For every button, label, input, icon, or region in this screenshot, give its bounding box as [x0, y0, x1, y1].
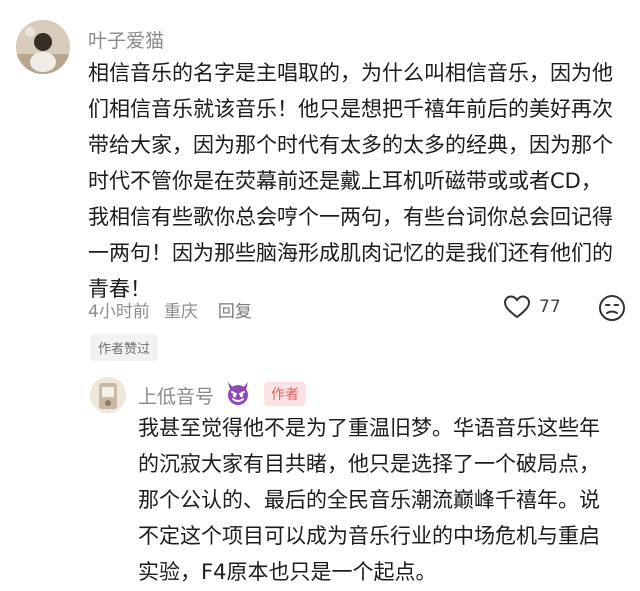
- location: 重庆: [163, 302, 198, 322]
- comment-line: 我相信有些歌你总会哼个一两句，有些台词你总会回记得: [88, 205, 613, 229]
- comment-line: 时代不管你是在荧幕前还是戴上耳机听磁带或或者CD，: [88, 169, 602, 193]
- heart-icon: [503, 295, 531, 319]
- comment-meta: 4小时前 重庆 回复: [88, 297, 266, 322]
- comment-line: 们相信音乐就该音乐！他只是想把千禧年前后的美好再次: [88, 97, 613, 121]
- username[interactable]: 叶子爱猫: [88, 26, 164, 53]
- username[interactable]: 上低音号: [138, 382, 214, 409]
- comment-line: 一两句！因为那些脑海形成肌肉记忆的是我们还有他们的: [88, 241, 613, 265]
- avatar[interactable]: [16, 20, 70, 74]
- reply-line: 那个公认的、最后的全民音乐潮流巅峰千禧年。说: [138, 488, 600, 512]
- author-liked-badge: 作者赞过: [90, 334, 159, 361]
- author-badge: 作者: [264, 382, 306, 406]
- reply-line: 我甚至觉得他不是为了重温旧梦。华语音乐这些年: [138, 416, 600, 440]
- like-button[interactable]: 77: [503, 294, 561, 320]
- purple-devil-icon: [224, 379, 252, 411]
- reply-line: 实验，F4原本也只是一个起点。: [138, 560, 437, 584]
- reply-text: 我甚至觉得他不是为了重温旧梦。华语音乐这些年 的沉寂大家有目共睹，他只是选择了一…: [138, 410, 636, 590]
- like-count: 77: [539, 297, 561, 317]
- timestamp: 4小时前: [88, 302, 150, 322]
- comment-line: 相信音乐的名字是主唱取的，为什么叫相信音乐，因为他: [88, 61, 613, 85]
- reply-line: 不定这个项目可以成为音乐行业的中场危机与重启: [138, 524, 600, 548]
- avatar[interactable]: [90, 377, 126, 413]
- reply-line: 的沉寂大家有目共睹，他只是选择了一个破局点，: [138, 452, 600, 476]
- frown-face-icon[interactable]: [598, 294, 626, 326]
- reply-button[interactable]: 回复: [218, 302, 252, 322]
- comment-text: 相信音乐的名字是主唱取的，为什么叫相信音乐，因为他 们相信音乐就该音乐！他只是想…: [88, 55, 636, 307]
- comment-line: 带给大家，因为那个时代有太多的太多的经典，因为那个: [88, 133, 613, 157]
- comment-main: 叶子爱猫 相信音乐的名字是主唱取的，为什么叫相信音乐，因为他 们相信音乐就该音乐…: [0, 0, 640, 365]
- comment-reply: 上低音号 作者 我甚至觉得他不是为了重温旧梦。华语音乐这些年 的沉寂大家有目共睹…: [0, 365, 640, 591]
